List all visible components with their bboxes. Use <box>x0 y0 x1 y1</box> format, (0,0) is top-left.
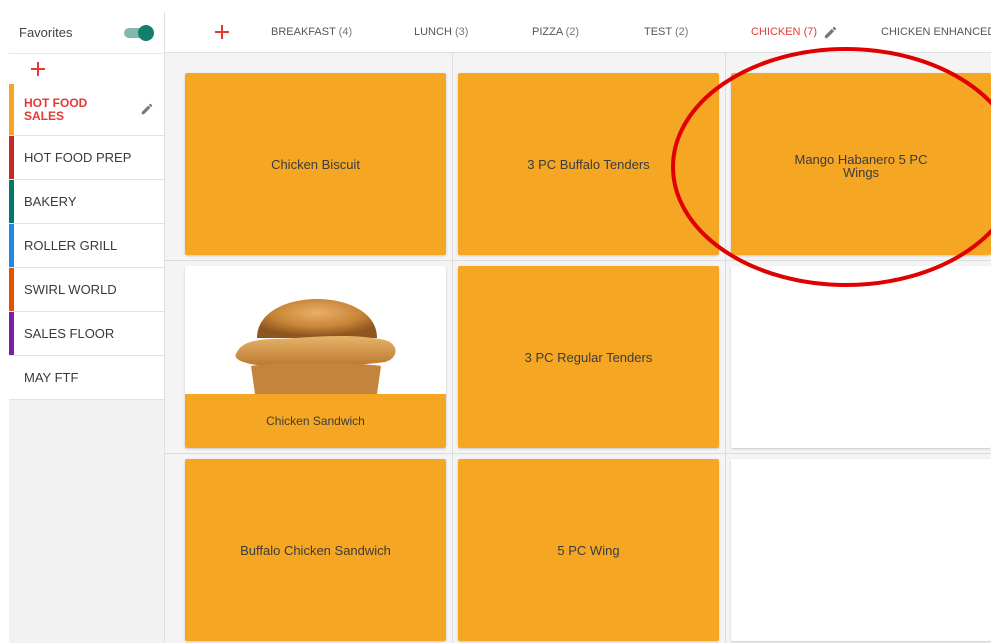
sidebar-item-label: HOT FOOD SALES <box>24 95 88 123</box>
sidebar-item-label: BAKERY <box>24 194 77 209</box>
sidebar-item-hot-food-prep[interactable]: HOT FOOD PREP <box>9 136 164 180</box>
tab-count: (7) <box>803 26 818 38</box>
tab-label: BREAKFAST <box>271 26 336 38</box>
favorites-toggle[interactable] <box>124 24 154 41</box>
item-tile-chicken-sandwich[interactable]: Chicken Sandwich <box>185 266 446 448</box>
sidebar-item-may-ftf[interactable]: MAY FTF <box>9 356 164 400</box>
grid-line <box>165 453 991 454</box>
item-tile-3pc-regular-tenders[interactable]: 3 PC Regular Tenders <box>458 266 719 448</box>
edit-tab-pencil-icon[interactable] <box>823 25 838 40</box>
add-tab-plus-icon[interactable] <box>215 25 229 39</box>
item-tile-chicken-biscuit[interactable]: Chicken Biscuit <box>185 73 446 255</box>
sidebar-item-roller-grill[interactable]: ROLLER GRILL <box>9 224 164 268</box>
tab-chicken-enhanced[interactable]: CHICKEN ENHANCED <box>881 12 991 52</box>
item-tile-buffalo-chicken-sandwich[interactable]: Buffalo Chicken Sandwich <box>185 459 446 641</box>
grid-line <box>725 53 726 643</box>
category-color-bar <box>9 136 14 179</box>
tab-breakfast[interactable]: BREAKFAST (4) <box>271 12 352 52</box>
item-tile-5pc-wing[interactable]: 5 PC Wing <box>458 459 719 641</box>
item-tile-label: Chicken Biscuit <box>271 156 360 172</box>
sidebar-item-bakery[interactable]: BAKERY <box>9 180 164 224</box>
tab-label: TEST <box>644 26 672 38</box>
tab-lunch[interactable]: LUNCH (3) <box>414 12 468 52</box>
item-tile-caption: Chicken Sandwich <box>185 394 446 448</box>
favorites-label: Favorites <box>19 25 73 40</box>
category-color-bar <box>9 312 14 355</box>
sidebar-item-label: HOT FOOD PREP <box>24 150 132 165</box>
sidebar-item-label: SALES FLOOR <box>24 326 115 341</box>
category-color-bar <box>9 180 14 223</box>
grid-line <box>165 260 991 261</box>
empty-tile[interactable] <box>731 266 991 448</box>
add-category-row <box>9 54 164 84</box>
item-tile-label: 3 PC Buffalo Tenders <box>527 156 650 172</box>
item-tile-3pc-buffalo-tenders[interactable]: 3 PC Buffalo Tenders <box>458 73 719 255</box>
item-tile-label: Mango Habanero 5 PC Wings <box>794 152 928 180</box>
tab-chicken[interactable]: CHICKEN (7) <box>751 12 817 52</box>
sidebar-item-swirl-world[interactable]: SWIRL WORLD <box>9 268 164 312</box>
category-color-bar <box>9 356 14 399</box>
item-tile-label: 5 PC Wing <box>557 542 620 558</box>
item-tile-label: Chicken Sandwich <box>266 413 365 428</box>
grid-line <box>452 53 453 643</box>
chicken-sandwich-photo <box>235 299 396 394</box>
item-tile-label: 3 PC Regular Tenders <box>524 349 653 365</box>
sidebar-item-label: MAY FTF <box>24 370 79 385</box>
category-color-bar <box>9 268 14 311</box>
tab-label: CHICKEN ENHANCED <box>881 26 991 38</box>
item-grid: Chicken Biscuit 3 PC Buffalo Tenders Man… <box>165 53 991 643</box>
sidebar-item-sales-floor[interactable]: SALES FLOOR <box>9 312 164 356</box>
tab-label: LUNCH <box>414 26 452 38</box>
tab-count: (3) <box>454 26 469 38</box>
edit-pencil-icon[interactable] <box>140 102 154 116</box>
sidebar-item-label: SWIRL WORLD <box>24 282 117 297</box>
category-sidebar: Favorites HOT FOOD SALES HOT FOOD PREP B… <box>9 12 165 643</box>
tab-count: (4) <box>338 26 353 38</box>
tab-label: PIZZA <box>532 26 563 38</box>
tab-label: CHICKEN <box>751 26 801 38</box>
tab-test[interactable]: TEST (2) <box>644 12 688 52</box>
sidebar-item-hot-food-sales[interactable]: HOT FOOD SALES <box>9 84 164 136</box>
menu-tab-bar: BREAKFAST (4) LUNCH (3) PIZZA (2) TEST (… <box>165 12 991 53</box>
tab-count: (2) <box>674 26 689 38</box>
item-tile-mango-habanero-wings[interactable]: Mango Habanero 5 PC Wings <box>731 73 991 255</box>
category-color-bar <box>9 224 14 267</box>
sidebar-item-label: ROLLER GRILL <box>24 238 118 253</box>
tab-count: (2) <box>565 26 580 38</box>
toggle-knob <box>138 24 154 41</box>
empty-tile[interactable] <box>731 459 991 641</box>
add-category-plus-icon[interactable] <box>31 62 45 76</box>
category-color-bar <box>9 84 14 135</box>
favorites-row: Favorites <box>9 12 164 54</box>
item-tile-label: Buffalo Chicken Sandwich <box>240 542 391 558</box>
tab-pizza[interactable]: PIZZA (2) <box>532 12 579 52</box>
